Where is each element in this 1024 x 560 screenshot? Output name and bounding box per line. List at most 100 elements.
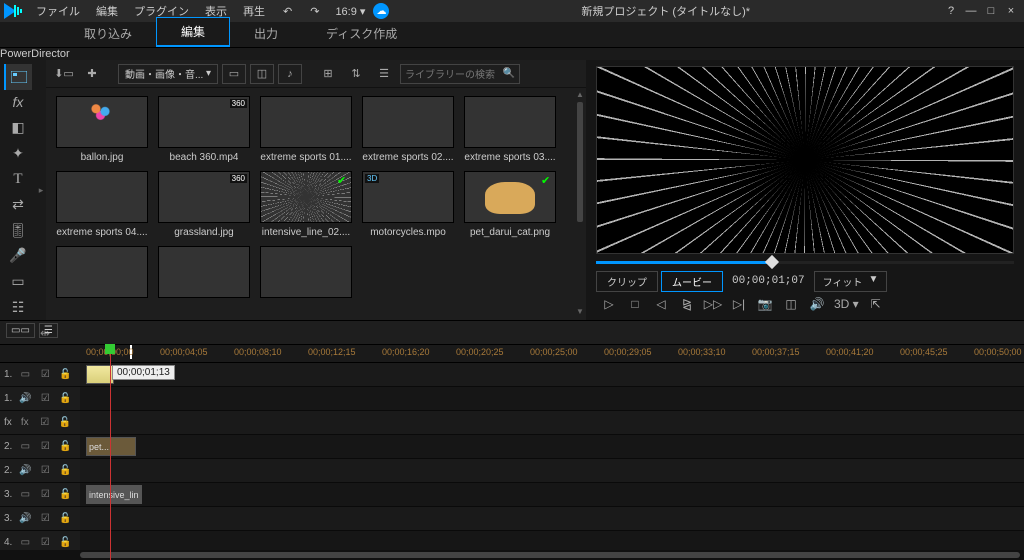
transition-room-icon[interactable]: ⇄: [4, 192, 32, 218]
playhead-icon[interactable]: [105, 344, 115, 354]
track-visible-toggle[interactable]: ☑: [38, 465, 52, 476]
timecode-display[interactable]: 00;00;01;07: [732, 275, 805, 287]
timeline-view-list-icon[interactable]: ☰: [39, 323, 58, 338]
track-lane[interactable]: pet...: [80, 435, 1024, 458]
snapshot-icon[interactable]: 📷: [756, 295, 774, 313]
track-visible-toggle[interactable]: ☑: [38, 489, 52, 500]
library-item[interactable]: 360grassland.jpg: [158, 171, 250, 238]
track-lane[interactable]: intensive_lin: [80, 483, 1024, 506]
preview-mode-clip[interactable]: クリップ: [596, 271, 658, 292]
library-item[interactable]: [158, 246, 250, 302]
track-visible-toggle[interactable]: ☑: [38, 393, 52, 404]
library-item[interactable]: ballon.jpg: [56, 96, 148, 163]
loop-icon[interactable]: ◫: [782, 295, 800, 313]
sidebar-expand-button[interactable]: ▸: [36, 60, 46, 320]
track-lane[interactable]: [80, 507, 1024, 530]
library-item[interactable]: extreme sports 01....: [260, 96, 352, 163]
timeline-clip[interactable]: pet...: [86, 437, 136, 456]
library-item[interactable]: ✔intensive_line_02....: [260, 171, 352, 238]
track-visible-toggle[interactable]: ☑: [38, 369, 52, 380]
maximize-button[interactable]: □: [982, 5, 1000, 17]
tab-produce[interactable]: 出力: [230, 20, 302, 47]
import-media-icon[interactable]: ⬇▭: [52, 64, 76, 84]
track-lane[interactable]: [80, 411, 1024, 434]
audio-mix-room-icon[interactable]: 🎚: [4, 218, 32, 244]
library-search-input[interactable]: ライブラリーの検索🔍: [400, 64, 520, 84]
zoom-fit-dropdown[interactable]: フィット▼: [814, 271, 888, 292]
menu-play[interactable]: 再生: [235, 1, 273, 21]
library-item[interactable]: extreme sports 04....: [56, 171, 148, 238]
pip-room-icon[interactable]: ◧: [4, 115, 32, 141]
fx-room-icon[interactable]: fx: [4, 90, 32, 116]
grid-view-icon[interactable]: ⊞: [316, 64, 340, 84]
filter-video-icon[interactable]: ▭: [222, 64, 246, 84]
fast-forward-icon[interactable]: ▷▷: [704, 295, 722, 313]
menu-edit[interactable]: 編集: [88, 1, 126, 21]
track-lane[interactable]: [80, 459, 1024, 482]
volume-icon[interactable]: 🔊: [808, 295, 826, 313]
minimize-button[interactable]: —: [962, 5, 980, 17]
filter-image-icon[interactable]: ◫: [250, 64, 274, 84]
track-lock-toggle[interactable]: 🔓: [58, 393, 72, 404]
timeline-view-film-icon[interactable]: ▭▭: [6, 323, 35, 338]
redo-button[interactable]: ↷: [302, 3, 327, 20]
tab-capture[interactable]: 取り込み: [60, 20, 156, 47]
seek-handle-icon[interactable]: [764, 254, 778, 268]
track-lock-toggle[interactable]: 🔓: [58, 441, 72, 452]
sort-icon[interactable]: ⇅: [344, 64, 368, 84]
track-visible-toggle[interactable]: ☑: [38, 441, 52, 452]
preview-screen[interactable]: [596, 66, 1014, 254]
track-lock-toggle[interactable]: 🔓: [58, 489, 72, 500]
voiceover-room-icon[interactable]: 🎤: [4, 243, 32, 269]
timeline-clip[interactable]: intensive_lin: [86, 485, 142, 504]
filter-audio-icon[interactable]: ♪: [278, 64, 302, 84]
library-item[interactable]: 3Dmotorcycles.mpo: [362, 171, 454, 238]
track-lane[interactable]: [80, 531, 1024, 550]
track-lock-toggle[interactable]: 🔓: [58, 513, 72, 524]
subtitle-room-icon[interactable]: ☷: [4, 294, 32, 320]
preview-mode-movie[interactable]: ムービー: [661, 271, 723, 292]
particle-room-icon[interactable]: ✦: [4, 141, 32, 167]
library-item[interactable]: 360beach 360.mp4: [158, 96, 250, 163]
title-room-icon[interactable]: T: [4, 166, 32, 192]
undo-button[interactable]: ↶: [275, 3, 300, 20]
close-button[interactable]: ×: [1002, 5, 1020, 17]
puzzle-icon[interactable]: ✚: [80, 64, 104, 84]
track-visible-toggle[interactable]: ☑: [38, 417, 52, 428]
track-lane[interactable]: [80, 387, 1024, 410]
undock-icon[interactable]: ⇱: [867, 295, 885, 313]
track-lock-toggle[interactable]: 🔓: [58, 369, 72, 380]
track-visible-toggle[interactable]: ☑: [38, 537, 52, 548]
prev-frame-icon[interactable]: ◁: [652, 295, 670, 313]
stop-button-icon[interactable]: □: [626, 295, 644, 313]
library-item[interactable]: extreme sports 02....: [362, 96, 454, 163]
library-item[interactable]: [260, 246, 352, 302]
playhead-line[interactable]: [110, 345, 111, 560]
library-scrollbar[interactable]: ▲ ▼: [576, 90, 584, 316]
track-lock-toggle[interactable]: 🔓: [58, 417, 72, 428]
play-button-icon[interactable]: ▷: [600, 295, 618, 313]
track-lock-toggle[interactable]: 🔓: [58, 465, 72, 476]
seek-bar[interactable]: [596, 254, 1014, 270]
menu-file[interactable]: ファイル: [28, 1, 88, 21]
aspect-ratio-dropdown[interactable]: 16:9 ▾: [329, 3, 371, 20]
timeline-hscrollbar[interactable]: [0, 550, 1024, 560]
next-unit-icon[interactable]: ⧎: [678, 295, 696, 313]
tab-edit[interactable]: 編集: [156, 17, 230, 47]
list-view-icon[interactable]: ☰: [372, 64, 396, 84]
track-lock-toggle[interactable]: 🔓: [58, 537, 72, 548]
3d-dropdown[interactable]: 3D ▾: [834, 295, 859, 313]
track-lane[interactable]: [80, 363, 1024, 386]
chapter-room-icon[interactable]: ▭: [4, 269, 32, 295]
library-item[interactable]: extreme sports 03....: [464, 96, 556, 163]
media-room-icon[interactable]: [4, 64, 32, 90]
tab-disc[interactable]: ディスク作成: [302, 20, 421, 47]
library-item[interactable]: ✔pet_darui_cat.png: [464, 171, 556, 238]
track-visible-toggle[interactable]: ☑: [38, 513, 52, 524]
next-frame-icon[interactable]: ▷|: [730, 295, 748, 313]
timeline-ruler[interactable]: 00;00;01;13 00;00;00;0000;00;04;0500;00;…: [0, 345, 1024, 363]
help-button[interactable]: ?: [942, 5, 960, 17]
cloud-icon[interactable]: ☁: [373, 3, 389, 19]
media-filter-dropdown[interactable]: 動画・画像・音...▾: [118, 64, 218, 84]
library-item[interactable]: [56, 246, 148, 302]
